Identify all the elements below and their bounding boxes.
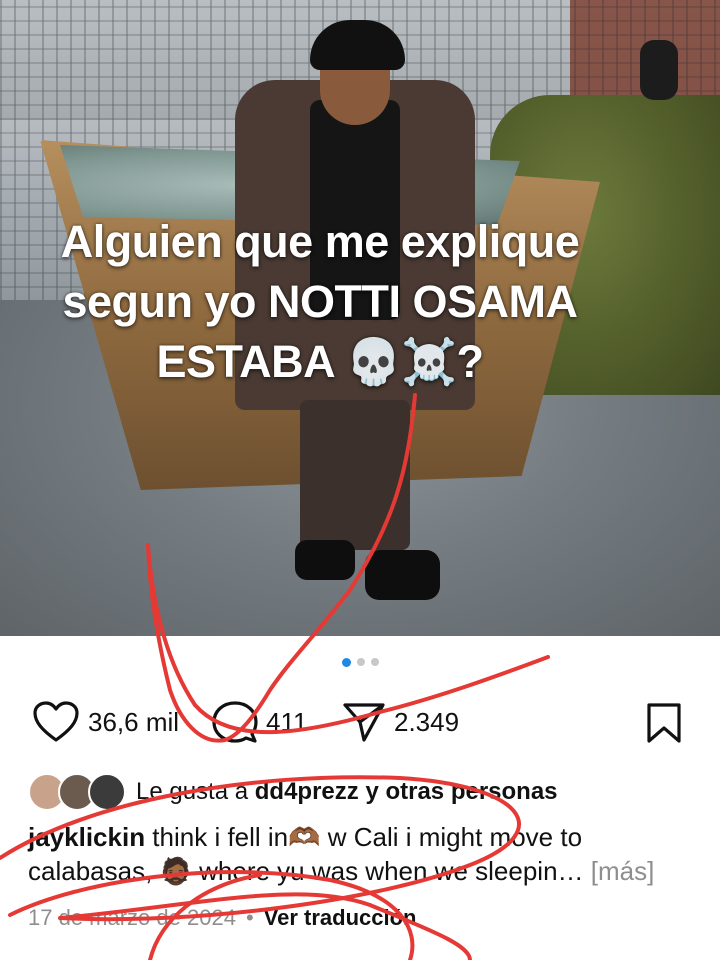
overlay-caption: Alguien que me explique segun yo NOTTI O… [0,212,640,392]
post-date: 17 de marzo de 2024 [28,905,236,930]
person-shoe-left [295,540,355,580]
person-cap [310,20,405,70]
post-username[interactable]: jayklickin [28,822,145,852]
meta-separator: • [245,905,254,930]
likes-summary[interactable]: Le gusta a dd4prezz y otras personas [28,772,558,812]
caption-line-1: Alguien que me explique [60,216,580,267]
likes-text: Le gusta a dd4prezz y otras personas [136,778,558,806]
comment-button[interactable]: 411 [212,700,307,744]
post-description: jayklickin think i fell in🫶🏾 w Cali i mi… [28,820,698,888]
likes-suffix: y otras personas [358,778,558,805]
comment-count[interactable]: 411 [266,707,307,738]
comment-icon [212,700,258,744]
pager-dot [370,658,379,666]
pager-dot-active [341,657,351,667]
likes-user[interactable]: dd4prezz [255,778,359,805]
carousel-pager [0,657,720,672]
caption-line-2: segun yo NOTTI OSAMA [62,276,578,327]
send-icon [342,700,386,744]
post-image[interactable]: Alguien que me explique segun yo NOTTI O… [0,0,720,636]
avatar [88,773,126,811]
share-count[interactable]: 2.349 [394,707,459,738]
bookmark-icon [645,703,683,748]
caption-line-3: ESTABA 💀☠️? [156,336,484,387]
person-pants [300,400,410,550]
likes-prefix: Le gusta a [136,778,255,805]
like-button[interactable]: 36,6 mil [32,700,179,744]
heart-icon [32,700,80,744]
post-meta: 17 de marzo de 2024 • Ver traducción [28,905,416,931]
like-count[interactable]: 36,6 mil [88,707,179,738]
translate-link[interactable]: Ver traducción [264,905,417,931]
more-link[interactable]: [más] [591,856,655,886]
action-bar: 36,6 mil 411 2.349 [0,700,720,750]
photo-bystander [640,40,678,100]
share-button[interactable]: 2.349 [342,700,459,744]
liker-avatars [28,773,126,811]
pager-dot [356,658,365,666]
bookmark-button[interactable] [645,702,683,749]
person-shoe-right [365,550,440,600]
